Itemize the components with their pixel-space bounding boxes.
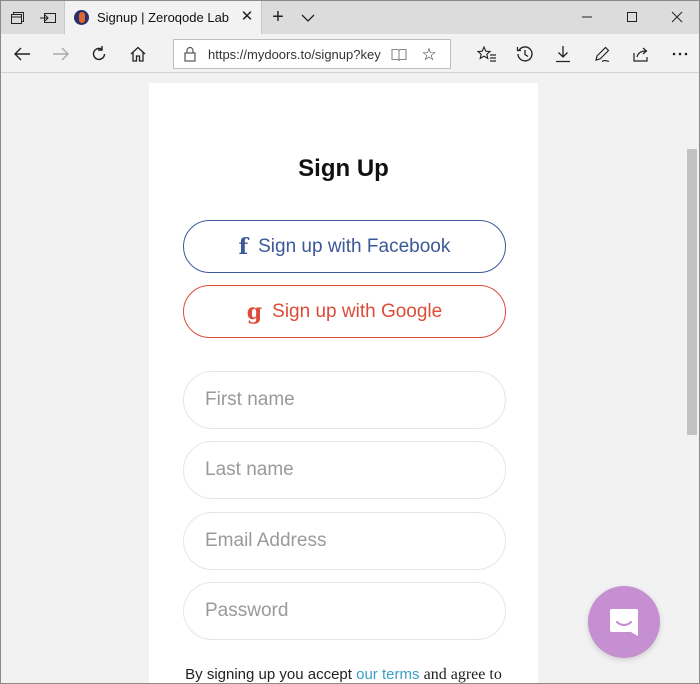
chevron-down-icon[interactable]	[297, 7, 319, 29]
minimize-button[interactable]	[567, 4, 607, 30]
facebook-signup-label: Sign up with Facebook	[258, 235, 451, 257]
forward-arrow-icon[interactable]	[49, 42, 73, 66]
terms-text: By signing up you accept our terms and a…	[149, 666, 538, 683]
zeroqode-favicon-icon	[74, 10, 89, 25]
page-scrollbar[interactable]	[684, 73, 699, 683]
tab-signup[interactable]: Signup | Zeroqode Lab ✕	[64, 1, 262, 34]
terms-link[interactable]: our terms	[356, 666, 419, 683]
first-name-input[interactable]	[183, 371, 506, 429]
refresh-icon[interactable]	[87, 42, 111, 66]
chat-bubble-icon	[610, 609, 638, 636]
home-icon[interactable]	[126, 42, 150, 66]
facebook-signup-button[interactable]: f Sign up with Facebook	[183, 220, 506, 273]
tab-title: Signup | Zeroqode Lab	[97, 10, 230, 25]
maximize-button[interactable]	[612, 4, 652, 30]
tab-bar: Signup | Zeroqode Lab ✕ +	[1, 1, 699, 34]
email-input[interactable]	[183, 512, 506, 570]
share-icon[interactable]	[629, 42, 653, 66]
chat-launcher-button[interactable]	[588, 586, 660, 658]
terms-suffix: and agree to	[423, 666, 502, 683]
google-signup-label: Sign up with Google	[272, 300, 443, 322]
google-signup-button[interactable]: g Sign up with Google	[183, 285, 506, 338]
set-tabs-aside-icon[interactable]	[37, 7, 59, 29]
terms-prefix: By signing up you accept	[185, 666, 352, 683]
favorites-list-icon[interactable]	[475, 42, 499, 66]
close-window-button[interactable]	[657, 4, 697, 30]
facebook-icon: f	[238, 233, 249, 260]
scrollbar-thumb[interactable]	[687, 149, 697, 435]
password-input[interactable]	[183, 582, 506, 640]
downloads-icon[interactable]	[551, 42, 575, 66]
history-icon[interactable]	[513, 42, 537, 66]
favorite-star-icon[interactable]: ☆	[419, 45, 439, 65]
address-bar[interactable]: https://mydoors.to/signup?key ☆	[173, 39, 451, 69]
navigation-bar: https://mydoors.to/signup?key ☆	[1, 34, 699, 73]
browser-window: Signup | Zeroqode Lab ✕ + https://mydoor…	[0, 0, 700, 684]
lock-icon	[184, 46, 196, 62]
reading-view-icon[interactable]	[390, 46, 408, 64]
more-options-icon[interactable]	[668, 42, 692, 66]
pen-notes-icon[interactable]	[590, 42, 614, 66]
url-text[interactable]: https://mydoors.to/signup?key	[208, 47, 381, 62]
last-name-input[interactable]	[183, 441, 506, 499]
back-arrow-icon[interactable]	[10, 42, 34, 66]
page-viewport: Sign Up f Sign up with Facebook g Sign u…	[1, 73, 684, 683]
google-icon: g	[246, 298, 263, 325]
page-title: Sign Up	[298, 155, 389, 182]
signup-card: Sign Up f Sign up with Facebook g Sign u…	[149, 83, 538, 683]
new-tab-button[interactable]: +	[267, 7, 289, 29]
close-tab-icon[interactable]: ✕	[239, 9, 255, 25]
tab-manager-icon[interactable]	[6, 7, 28, 29]
